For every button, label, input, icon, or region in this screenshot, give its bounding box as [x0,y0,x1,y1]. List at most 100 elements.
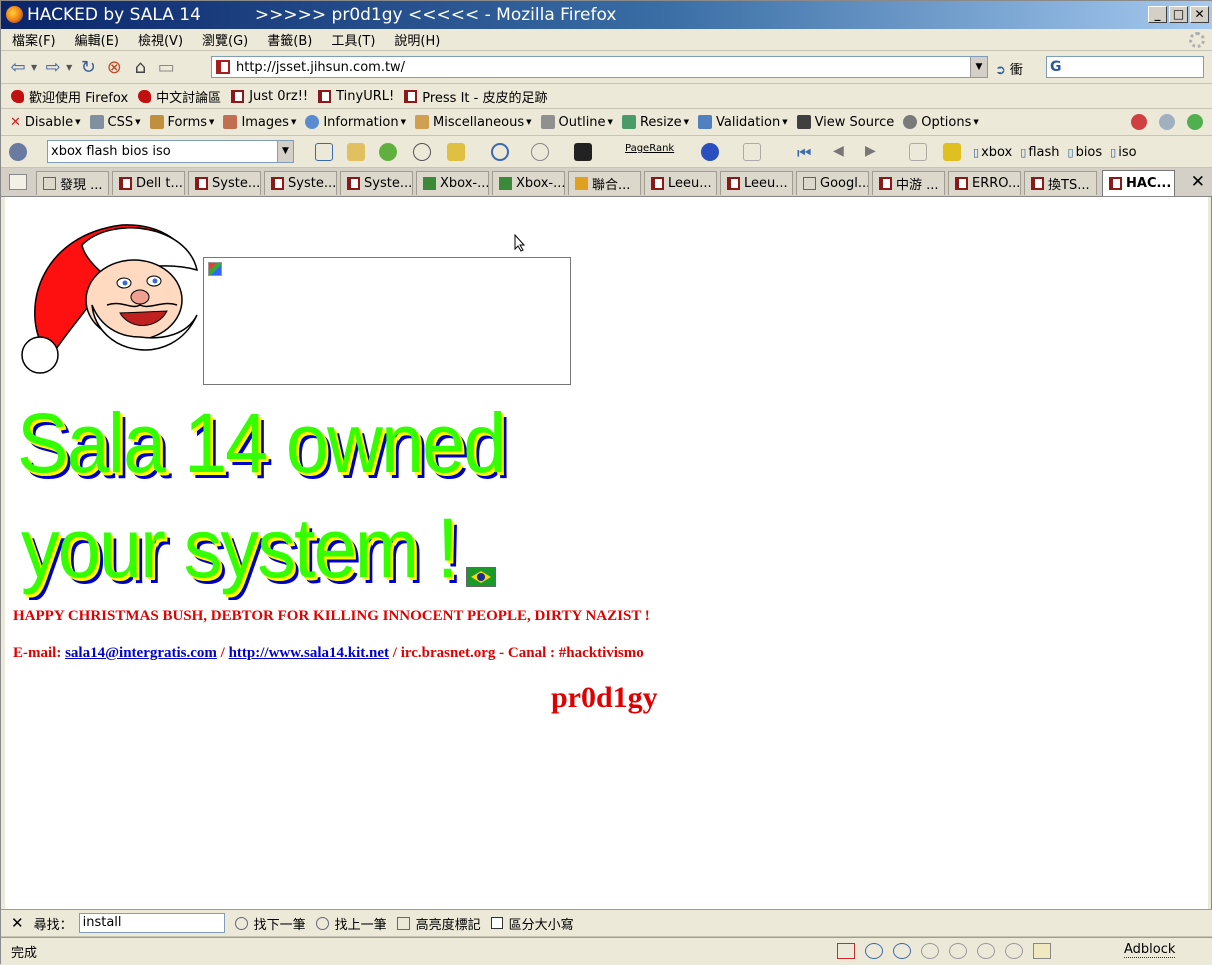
dev-resize-menu[interactable]: Resize ▼ [621,115,689,130]
stop-icon[interactable]: ⊗ [101,54,127,80]
close-button[interactable]: ✕ [1190,6,1209,23]
menu-tools[interactable]: 工具(T) [323,30,383,49]
highlight-icon[interactable] [531,143,549,161]
status-circle-icon[interactable] [921,943,939,959]
dev-view-source[interactable]: View Source [796,115,894,130]
maximize-button[interactable]: □ [1169,6,1188,23]
search-word-bios[interactable]: bios [1068,145,1103,160]
google-search-input[interactable]: xbox flash bios iso ▼ [47,140,294,163]
next-icon[interactable]: ▶ [865,143,883,161]
menu-bookmarks[interactable]: 書籤(B) [259,30,320,49]
bookmark-chinese-forum[interactable]: 中文討論區 [138,87,221,106]
find-close-icon[interactable]: ✕ [11,914,24,932]
status-next-icon[interactable] [1005,943,1023,959]
status-forward-icon[interactable] [977,943,995,959]
highlight-all-button[interactable]: 高亮度標記 [396,914,481,933]
adblock-button[interactable]: Adblock [1124,942,1176,958]
go-button[interactable]: ➲ 衝 [995,59,1023,78]
home-icon[interactable]: ⌂ [127,54,153,80]
globe-icon[interactable] [1159,114,1175,130]
status-bar: 完成 Adblock [1,937,1212,965]
google-search-button-icon[interactable] [315,143,333,161]
dev-outline-menu[interactable]: Outline ▼ [540,115,613,130]
tab[interactable]: Xbox-... [492,171,565,195]
email-link[interactable]: sala14@intergratis.com [65,645,217,661]
search-word-flash[interactable]: flash [1020,145,1059,160]
close-tab-icon[interactable]: ✕ [1191,172,1205,192]
minimize-button[interactable]: _ [1148,6,1167,23]
back-dropdown-icon[interactable]: ▼ [31,63,37,72]
menu-go[interactable]: 瀏覽(G) [194,30,256,49]
magnifier-icon[interactable] [491,143,509,161]
url-text[interactable]: http://jsset.jihsun.com.tw/ [236,60,405,75]
url-bar[interactable]: http://jsset.jihsun.com.tw/ ▼ [211,56,988,78]
tab[interactable]: Syste... [264,171,337,195]
folder-icon[interactable] [1033,943,1051,959]
tab[interactable]: Leeu... [720,171,793,195]
dev-options-menu[interactable]: Options ▼ [903,115,979,130]
popup-blocker-icon[interactable] [743,143,761,161]
clover-icon[interactable] [379,143,397,161]
bookmark-just-0rz[interactable]: Just 0rz!! [231,89,308,104]
website-link[interactable]: http://www.sala14.kit.net [229,645,389,661]
search-site-icon[interactable] [347,143,365,161]
bookmark-welcome-firefox[interactable]: 歡迎使用 Firefox [11,87,128,106]
search-input[interactable]: G [1046,56,1204,78]
dev-css-menu[interactable]: CSS ▼ [89,115,141,130]
dev-miscellaneous-menu[interactable]: Miscellaneous ▼ [414,115,532,130]
status-back-icon[interactable] [949,943,967,959]
tab[interactable]: Xbox-... [416,171,489,195]
forward-dropdown-icon[interactable]: ▼ [66,63,72,72]
status-up-icon[interactable] [893,943,911,959]
pencil-icon[interactable] [909,143,927,161]
tab-active[interactable]: HAC... [1102,170,1175,196]
check-icon[interactable] [1131,114,1147,130]
search-word-iso[interactable]: iso [1110,145,1136,160]
url-dropdown-icon[interactable]: ▼ [970,57,987,77]
status-globe-icon[interactable] [865,943,883,959]
info-icon[interactable] [701,143,719,161]
find-input[interactable]: install [78,913,225,933]
match-case-checkbox[interactable]: 區分大小寫 [490,914,574,933]
new-folder-icon[interactable]: ▭ [153,54,179,80]
google-search-icon[interactable]: G [1050,59,1062,75]
google-search-dropdown-icon[interactable]: ▼ [277,141,293,162]
dev-information-menu[interactable]: Information ▼ [305,115,406,130]
menu-help[interactable]: 說明(H) [386,30,448,49]
google-logo-icon[interactable] [9,143,27,161]
dev-disable-menu[interactable]: ✕ Disable ▼ [10,115,81,131]
tab[interactable]: ERRO... [948,171,1021,195]
tab[interactable]: 發現 ... [36,171,109,195]
tab[interactable]: Syste... [340,171,413,195]
bookmark-tinyurl[interactable]: TinyURL! [318,89,394,104]
forward-icon[interactable]: ⇨ [40,54,66,80]
previous-icon[interactable]: ◀ [833,143,851,161]
dev-validation-menu[interactable]: Validation ▼ [697,115,788,130]
reload-icon[interactable]: ↻ [75,54,101,80]
dev-images-menu[interactable]: Images ▼ [223,115,296,130]
graduation-cap-icon[interactable] [574,143,592,161]
find-previous-button[interactable]: 找上一筆 [315,914,387,933]
play-icon[interactable] [1187,114,1203,130]
book-icon[interactable] [447,143,465,161]
search-word-xbox[interactable]: xbox [973,145,1012,160]
tab[interactable]: Leeu... [644,171,717,195]
new-tab-icon[interactable] [9,174,27,190]
bookmark-press-it[interactable]: Press It - 皮皮的足跡 [404,87,547,106]
dev-forms-menu[interactable]: Forms ▼ [149,115,214,130]
tab[interactable]: 中游 ... [872,171,945,195]
menu-edit[interactable]: 編輯(E) [67,30,127,49]
tab[interactable]: 聯合... [568,171,641,195]
back-icon[interactable]: ⇦ [5,54,31,80]
gmail-icon[interactable] [837,943,855,959]
highlighter-icon[interactable] [943,143,961,161]
tab[interactable]: Dell t... [112,171,185,195]
tab[interactable]: Syste... [188,171,261,195]
tab[interactable]: 換TS... [1024,171,1097,195]
tab[interactable]: Googl... [796,171,869,195]
rewind-icon[interactable]: ⏮ [797,143,815,162]
menu-view[interactable]: 檢視(V) [130,30,191,49]
menu-file[interactable]: 檔案(F) [4,30,64,49]
speech-bubble-icon[interactable] [413,143,431,161]
find-next-button[interactable]: 找下一筆 [234,914,306,933]
